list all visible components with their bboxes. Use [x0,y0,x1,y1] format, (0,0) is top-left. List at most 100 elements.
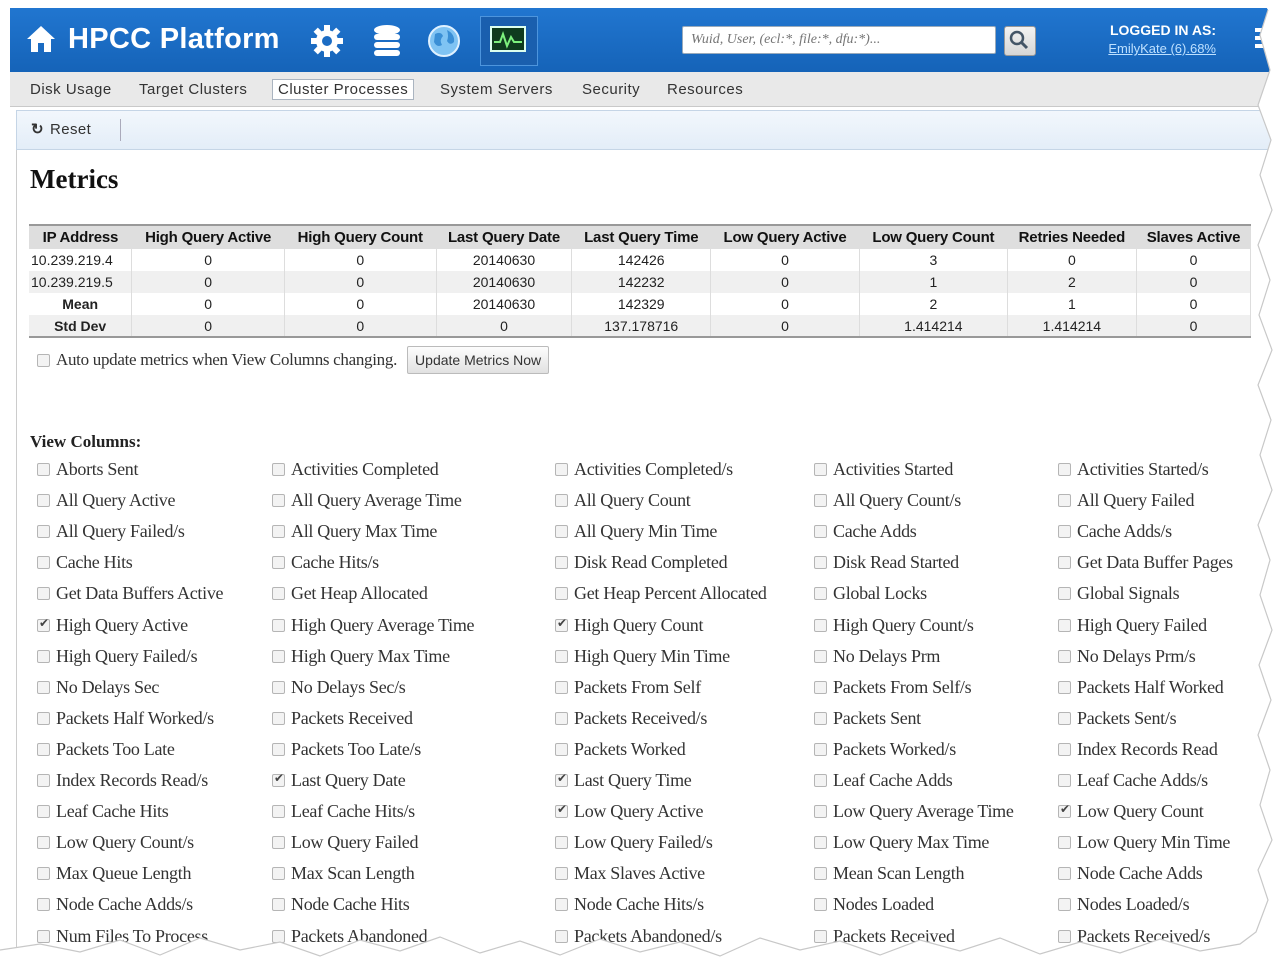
view-column-option[interactable]: High Query Active [37,615,188,636]
view-column-checkbox[interactable] [814,494,827,508]
view-column-checkbox[interactable] [272,494,285,508]
column-header[interactable]: High Query Active [131,225,285,249]
tab-security[interactable]: Security [577,80,645,99]
view-column-option[interactable]: High Query Failed/s [37,646,198,667]
view-column-checkbox[interactable] [272,556,285,570]
monitor-tab[interactable] [480,16,538,66]
view-column-checkbox[interactable] [272,898,285,912]
view-column-option[interactable]: Max Queue Length [37,863,191,884]
view-column-option[interactable]: Max Slaves Active [555,863,705,884]
view-column-option[interactable]: No Delays Prm [814,646,940,667]
view-column-option[interactable]: All Query Count/s [814,490,961,511]
view-column-checkbox[interactable] [814,867,827,881]
view-column-checkbox[interactable] [555,711,568,725]
view-column-checkbox[interactable] [37,836,50,850]
view-column-checkbox[interactable] [37,616,50,632]
view-column-checkbox[interactable] [1058,836,1071,850]
view-column-option[interactable]: Packets Abandoned/s [555,926,722,947]
view-column-option[interactable]: Activities Started [814,459,953,480]
view-column-option[interactable]: Node Cache Hits [272,894,410,915]
view-column-checkbox[interactable] [1058,802,1071,819]
view-column-option[interactable]: Packets Half Worked/s [37,708,214,729]
view-column-option[interactable]: Disk Read Started [814,552,959,573]
column-header[interactable]: IP Address [29,225,132,249]
auto-update-checkbox[interactable] [37,353,50,367]
view-column-option[interactable]: Packets Received/s [555,708,707,729]
view-column-option[interactable]: Node Cache Adds/s [37,894,193,915]
view-column-option[interactable]: Cache Adds [814,521,917,542]
view-column-checkbox[interactable] [555,867,568,881]
view-column-option[interactable]: Last Query Date [272,770,406,791]
view-column-checkbox[interactable] [555,463,568,476]
view-column-option[interactable]: Cache Hits/s [272,552,379,573]
view-column-option[interactable]: No Delays Sec/s [272,677,406,698]
view-column-checkbox[interactable] [814,680,827,694]
view-column-checkbox[interactable] [37,463,50,476]
globe-icon[interactable] [425,22,463,60]
view-column-checkbox[interactable] [814,805,827,819]
view-column-checkbox[interactable] [272,867,285,881]
view-column-option[interactable]: Global Locks [814,583,927,604]
view-column-checkbox[interactable] [37,525,50,539]
view-column-option[interactable]: Packets From Self [555,677,701,698]
view-column-option[interactable]: All Query Average Time [272,490,462,511]
view-column-checkbox[interactable] [1058,774,1071,787]
view-column-checkbox[interactable] [555,556,568,570]
view-column-checkbox[interactable] [555,742,568,756]
view-column-checkbox[interactable] [814,525,827,539]
view-column-option[interactable]: No Delays Prm/s [1058,646,1196,667]
view-column-checkbox[interactable] [272,525,285,539]
view-column-checkbox[interactable] [1058,525,1071,539]
view-column-checkbox[interactable] [37,680,50,694]
view-column-option[interactable]: Index Records Read/s [37,770,208,791]
view-column-option[interactable]: Packets Received [272,708,413,729]
view-column-checkbox[interactable] [1058,929,1071,943]
table-row[interactable]: 10.239.219.4 0 0 20140630 142426 0 3 0 0 [29,249,1251,271]
view-column-checkbox[interactable] [272,463,285,476]
view-column-checkbox[interactable] [1058,898,1071,912]
view-column-checkbox[interactable] [814,463,827,476]
view-column-option[interactable]: Max Scan Length [272,863,415,884]
home-icon[interactable] [24,22,58,56]
view-column-option[interactable]: Low Query Average Time [814,801,1014,822]
view-column-option[interactable]: Packets Abandoned [272,926,428,947]
view-column-checkbox[interactable] [814,774,827,787]
monitor-icon[interactable] [490,26,526,54]
table-row[interactable]: Std Dev 0 0 0 137.178716 0 1.414214 1.41… [29,315,1251,337]
view-column-option[interactable]: Leaf Cache Adds [814,770,953,791]
view-column-option[interactable]: Aborts Sent [37,459,139,480]
table-row[interactable]: Mean 0 0 20140630 142329 0 2 1 0 [29,293,1251,315]
view-column-checkbox[interactable] [1058,867,1071,881]
view-column-option[interactable]: Low Query Active [555,801,703,822]
view-column-option[interactable]: Nodes Loaded/s [1058,894,1190,915]
view-column-checkbox[interactable] [555,494,568,508]
search-input[interactable] [682,26,996,54]
view-column-option[interactable]: All Query Max Time [272,521,437,542]
menu-icon[interactable] [1255,28,1269,52]
view-column-option[interactable]: Mean Scan Length [814,863,964,884]
tab-cluster-processes[interactable]: Cluster Processes [272,79,415,100]
view-column-checkbox[interactable] [272,649,285,663]
view-column-option[interactable]: Low Query Count/s [37,832,194,853]
view-column-option[interactable]: High Query Count/s [814,615,974,636]
view-column-checkbox[interactable] [1058,556,1071,570]
view-column-option[interactable]: Node Cache Adds [1058,863,1203,884]
tab-system-servers[interactable]: System Servers [435,80,558,99]
view-column-option[interactable]: Cache Hits [37,552,133,573]
view-column-option[interactable]: No Delays Sec [37,677,159,698]
view-column-checkbox[interactable] [555,616,568,632]
view-column-option[interactable]: Activities Completed [272,459,439,480]
view-column-checkbox[interactable] [272,618,285,632]
column-header[interactable]: Last Query Time [571,225,711,249]
view-column-option[interactable]: All Query Active [37,490,175,511]
view-column-option[interactable]: Nodes Loaded [814,894,934,915]
view-column-option[interactable]: Packets Received [814,926,955,947]
view-column-checkbox[interactable] [814,929,827,943]
view-column-checkbox[interactable] [272,771,285,787]
view-column-option[interactable]: All Query Count [555,490,691,511]
view-column-checkbox[interactable] [272,680,285,694]
view-column-option[interactable]: Packets Too Late/s [272,739,421,760]
view-column-option[interactable]: Get Data Buffer Pages [1058,552,1233,573]
view-column-option[interactable]: Packets Too Late [37,739,175,760]
view-column-option[interactable]: Packets Worked/s [814,739,956,760]
